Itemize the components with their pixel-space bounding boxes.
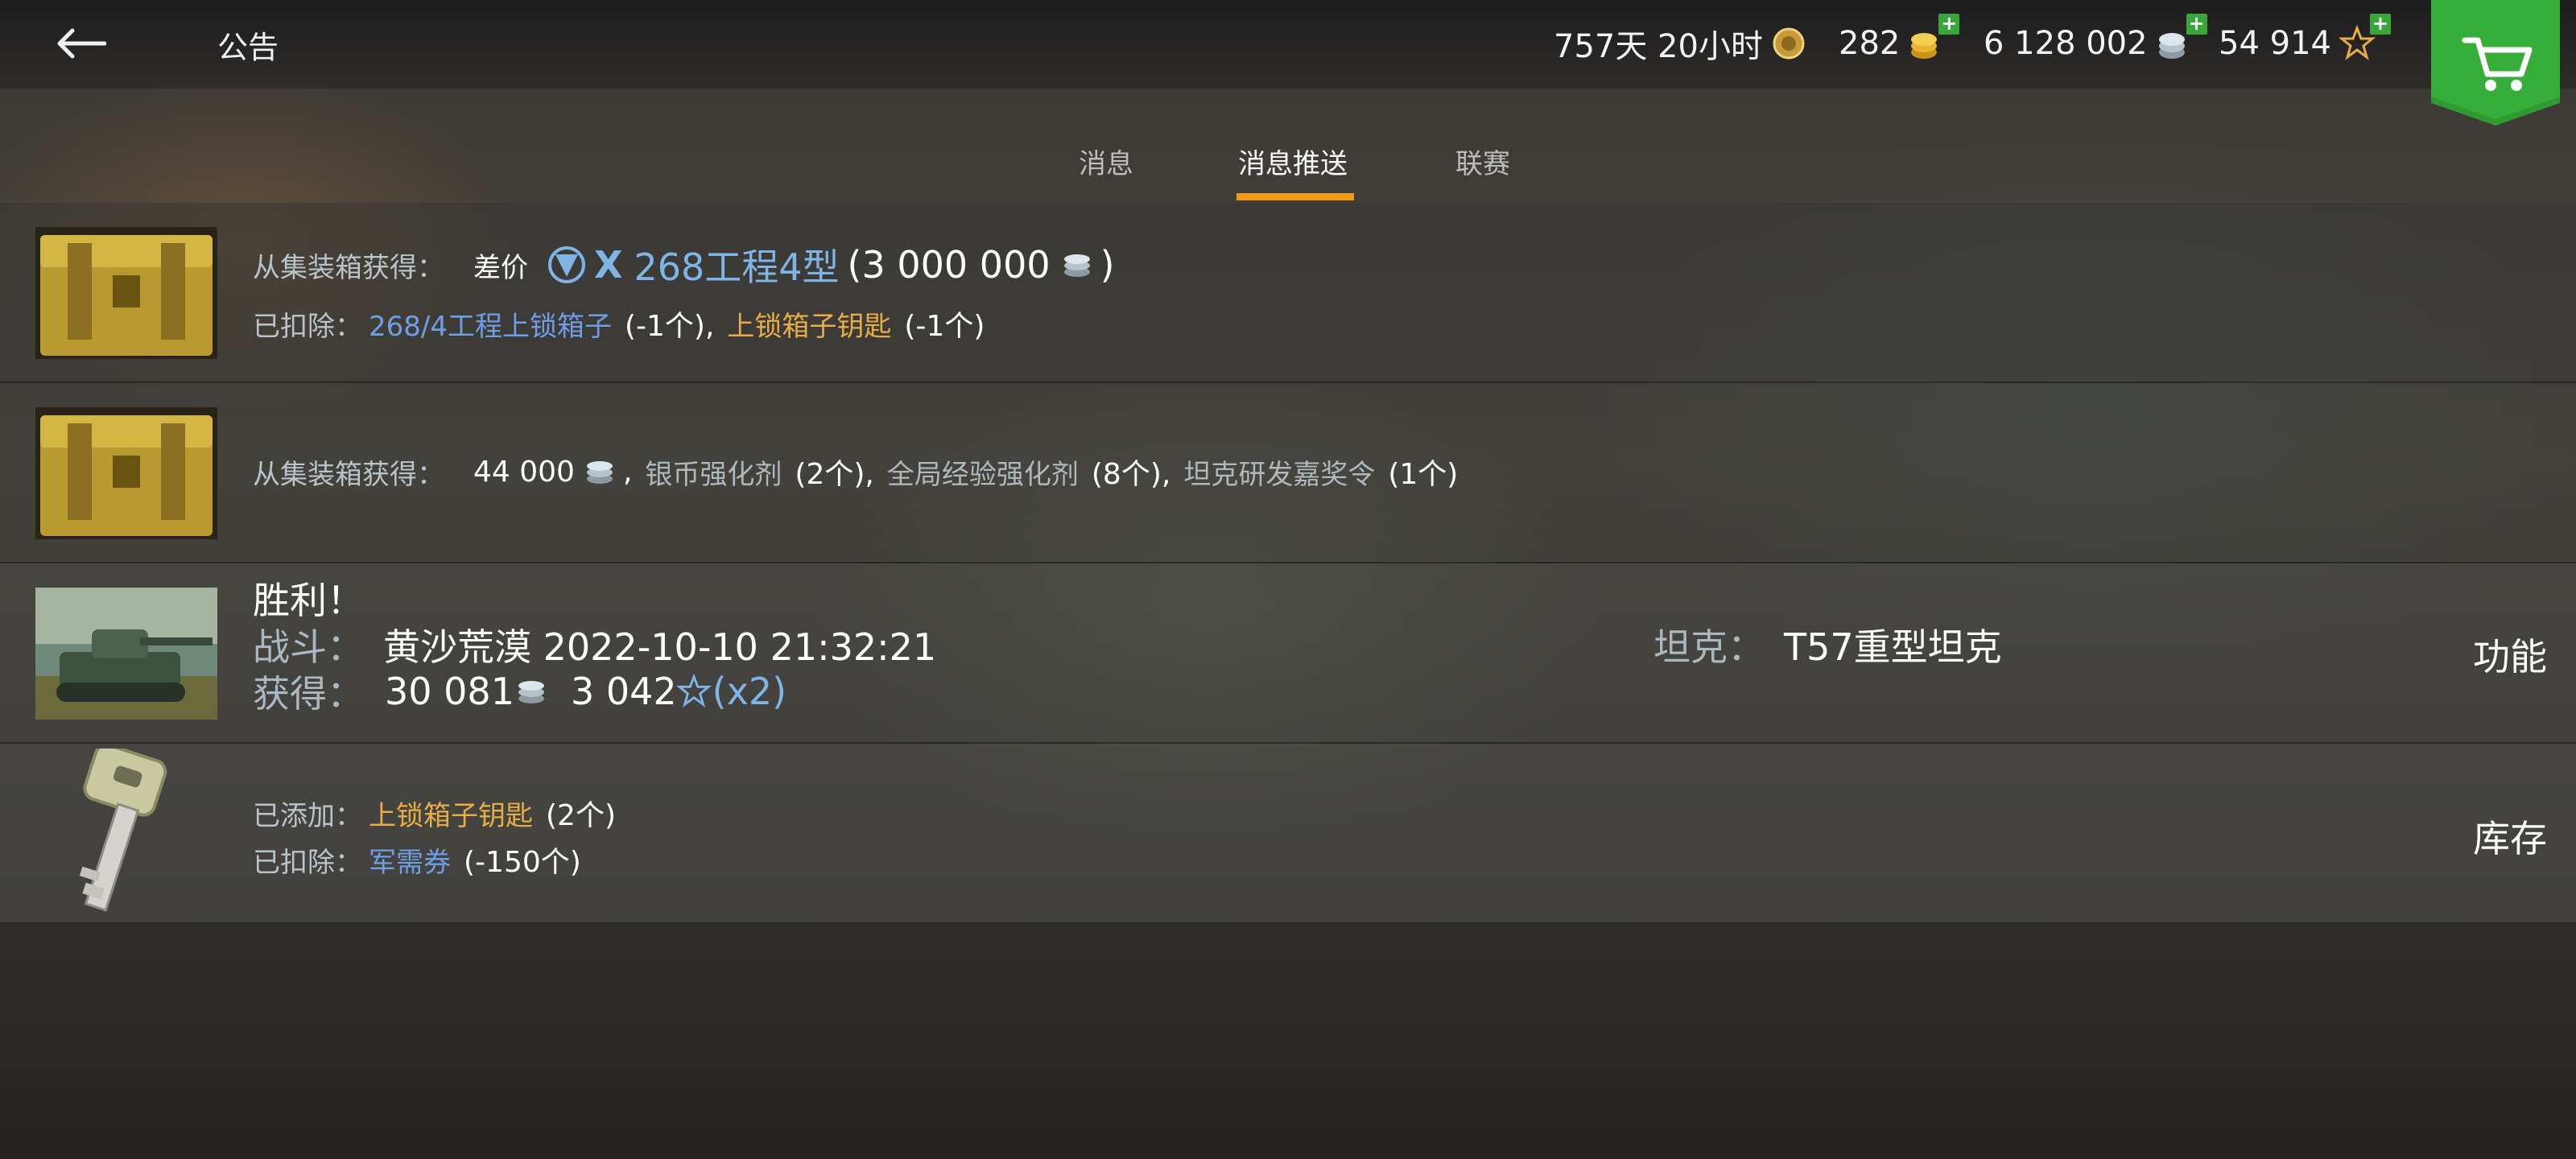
add-xp-icon[interactable]: + <box>2369 14 2391 35</box>
credits-value: 6 128 002 <box>1984 25 2148 62</box>
compensation-label: 差价 <box>473 251 528 284</box>
reward-label: 从集装箱获得： <box>253 251 444 284</box>
tank-tier: X <box>594 243 623 287</box>
battle-line: 战斗： 黄沙荒漠 2022-10-10 21:32:21 <box>253 618 936 671</box>
message-item[interactable]: 已添加： 上锁箱子钥匙 (2个) 已扣除： 军需券 (-150个) 库存 <box>0 744 2576 924</box>
voucher-item-link[interactable]: 军需券 <box>369 840 451 880</box>
credit-booster-qty: (2个), <box>795 458 874 491</box>
tier-emblem-icon <box>548 246 585 283</box>
reward-line: 从集装箱获得： 差价 X 268工程4型 (3 000 000 ) <box>253 238 1115 291</box>
shop-cart-button[interactable] <box>2431 0 2560 129</box>
research-order-qty: (1个) <box>1388 458 1459 491</box>
tank-thumbnail-icon <box>35 588 217 720</box>
credits-coin-icon: + <box>2156 14 2207 62</box>
key-item-link[interactable]: 上锁箱子钥匙 <box>727 304 891 344</box>
message-item[interactable]: 从集装箱获得： 44 000 , 银币强化剂 (2个), 全局经验强化剂 (8个… <box>0 383 2576 563</box>
result-title-line: 胜利！ <box>253 571 364 625</box>
back-button[interactable] <box>48 18 113 69</box>
xp-booster-qty: (8个), <box>1091 458 1171 491</box>
top-bar: 公告 757天 20小时 282 + 6 128 002 + 54 914 + <box>0 0 2576 126</box>
reward-credits: 44 000 <box>473 455 575 489</box>
xp-booster-link[interactable]: 全局经验强化剂 <box>887 452 1079 492</box>
premium-time-display[interactable]: 757天 20小时 <box>1554 21 1806 66</box>
reward-label: 从集装箱获得： <box>253 458 444 491</box>
earned-line: 获得： 30 081 3 042 (x2) <box>253 665 786 718</box>
gold-display[interactable]: 282 + <box>1839 14 1960 66</box>
tab-push-messages[interactable]: 消息推送 <box>1238 142 1348 198</box>
tab-messages[interactable]: 消息 <box>1079 142 1133 198</box>
add-credits-icon[interactable]: + <box>2186 14 2207 35</box>
crate-icon <box>35 227 217 359</box>
inventory-button[interactable]: 库存 <box>2473 810 2547 863</box>
crate-item-link[interactable]: 268/4工程上锁箱子 <box>369 304 612 344</box>
gold-coin-icon: + <box>1908 14 1960 62</box>
deducted-qty: (-150个) <box>464 846 581 879</box>
earned-xp: 3 042 <box>570 670 677 713</box>
xp-multiplier: (x2) <box>712 670 787 713</box>
active-tab-indicator <box>1236 193 1354 200</box>
research-order-link[interactable]: 坦克研发嘉奖令 <box>1183 452 1375 492</box>
tank-line: 坦克： T57重型坦克 <box>1653 618 2002 671</box>
battle-label: 战斗： <box>253 625 364 669</box>
compensation-amount: (3 000 000 <box>847 243 1051 287</box>
function-button[interactable]: 功能 <box>2473 628 2547 681</box>
earned-credits: 30 081 <box>385 670 514 713</box>
premium-time-value: 757天 20小时 <box>1554 28 1763 65</box>
free-xp-display[interactable]: 54 914 + <box>2219 14 2391 66</box>
gold-value: 282 <box>1839 25 1901 62</box>
add-gold-icon[interactable]: + <box>1938 14 1960 35</box>
key-item-link[interactable]: 上锁箱子钥匙 <box>369 794 533 833</box>
page-title: 公告 <box>217 30 279 65</box>
credit-booster-link[interactable]: 银币强化剂 <box>645 452 782 492</box>
reward-line: 从集装箱获得： 44 000 , 银币强化剂 (2个), 全局经验强化剂 (8个… <box>253 451 1458 493</box>
silver-coin-icon <box>1063 254 1090 277</box>
credits-display[interactable]: 6 128 002 + <box>1984 14 2207 66</box>
added-line: 已添加： 上锁箱子钥匙 (2个) <box>253 792 616 834</box>
deducted-label: 已扣除： <box>253 310 362 343</box>
tank-name-link[interactable]: 268工程4型 <box>634 238 839 291</box>
tab-league[interactable]: 联赛 <box>1455 142 1510 198</box>
premium-icon <box>1773 27 1805 60</box>
separator: , <box>622 455 633 489</box>
key-icon <box>79 749 167 912</box>
tab-bar: 消息 消息推送 联赛 <box>0 129 2576 201</box>
earned-label: 获得： <box>253 672 364 716</box>
deducted-label: 已扣除： <box>253 846 362 879</box>
back-arrow-icon <box>57 28 106 59</box>
deducted-line: 已扣除： 268/4工程上锁箱子 (-1个), 上锁箱子钥匙 (-1个) <box>253 303 985 344</box>
silver-coin-icon <box>518 681 544 703</box>
added-label: 已添加： <box>253 799 362 832</box>
star-xp-icon <box>676 674 712 707</box>
crate-item-qty: (-1个), <box>624 310 715 343</box>
crate-icon <box>35 407 217 539</box>
message-item[interactable]: 胜利！ 战斗： 黄沙荒漠 2022-10-10 21:32:21 获得： 30 … <box>0 563 2576 744</box>
silver-coin-icon <box>586 461 613 484</box>
added-qty: (2个) <box>546 799 616 832</box>
battle-result-title: 胜利！ <box>253 579 364 622</box>
tank-label: 坦克： <box>1653 625 1765 669</box>
compensation-close: ) <box>1100 243 1115 287</box>
tank-value: T57重型坦克 <box>1784 625 2002 669</box>
battle-value: 黄沙荒漠 2022-10-10 21:32:21 <box>383 625 937 669</box>
key-item-qty: (-1个) <box>904 310 985 343</box>
deducted-line: 已扣除： 军需券 (-150个) <box>253 839 581 881</box>
star-xp-icon: + <box>2338 14 2391 62</box>
free-xp-value: 54 914 <box>2219 25 2331 62</box>
app-root: 公告 757天 20小时 282 + 6 128 002 + 54 914 + … <box>0 0 2576 1159</box>
cart-icon <box>2431 0 2560 126</box>
message-item[interactable]: 从集装箱获得： 差价 X 268工程4型 (3 000 000 ) 已扣除： 2… <box>0 203 2576 383</box>
